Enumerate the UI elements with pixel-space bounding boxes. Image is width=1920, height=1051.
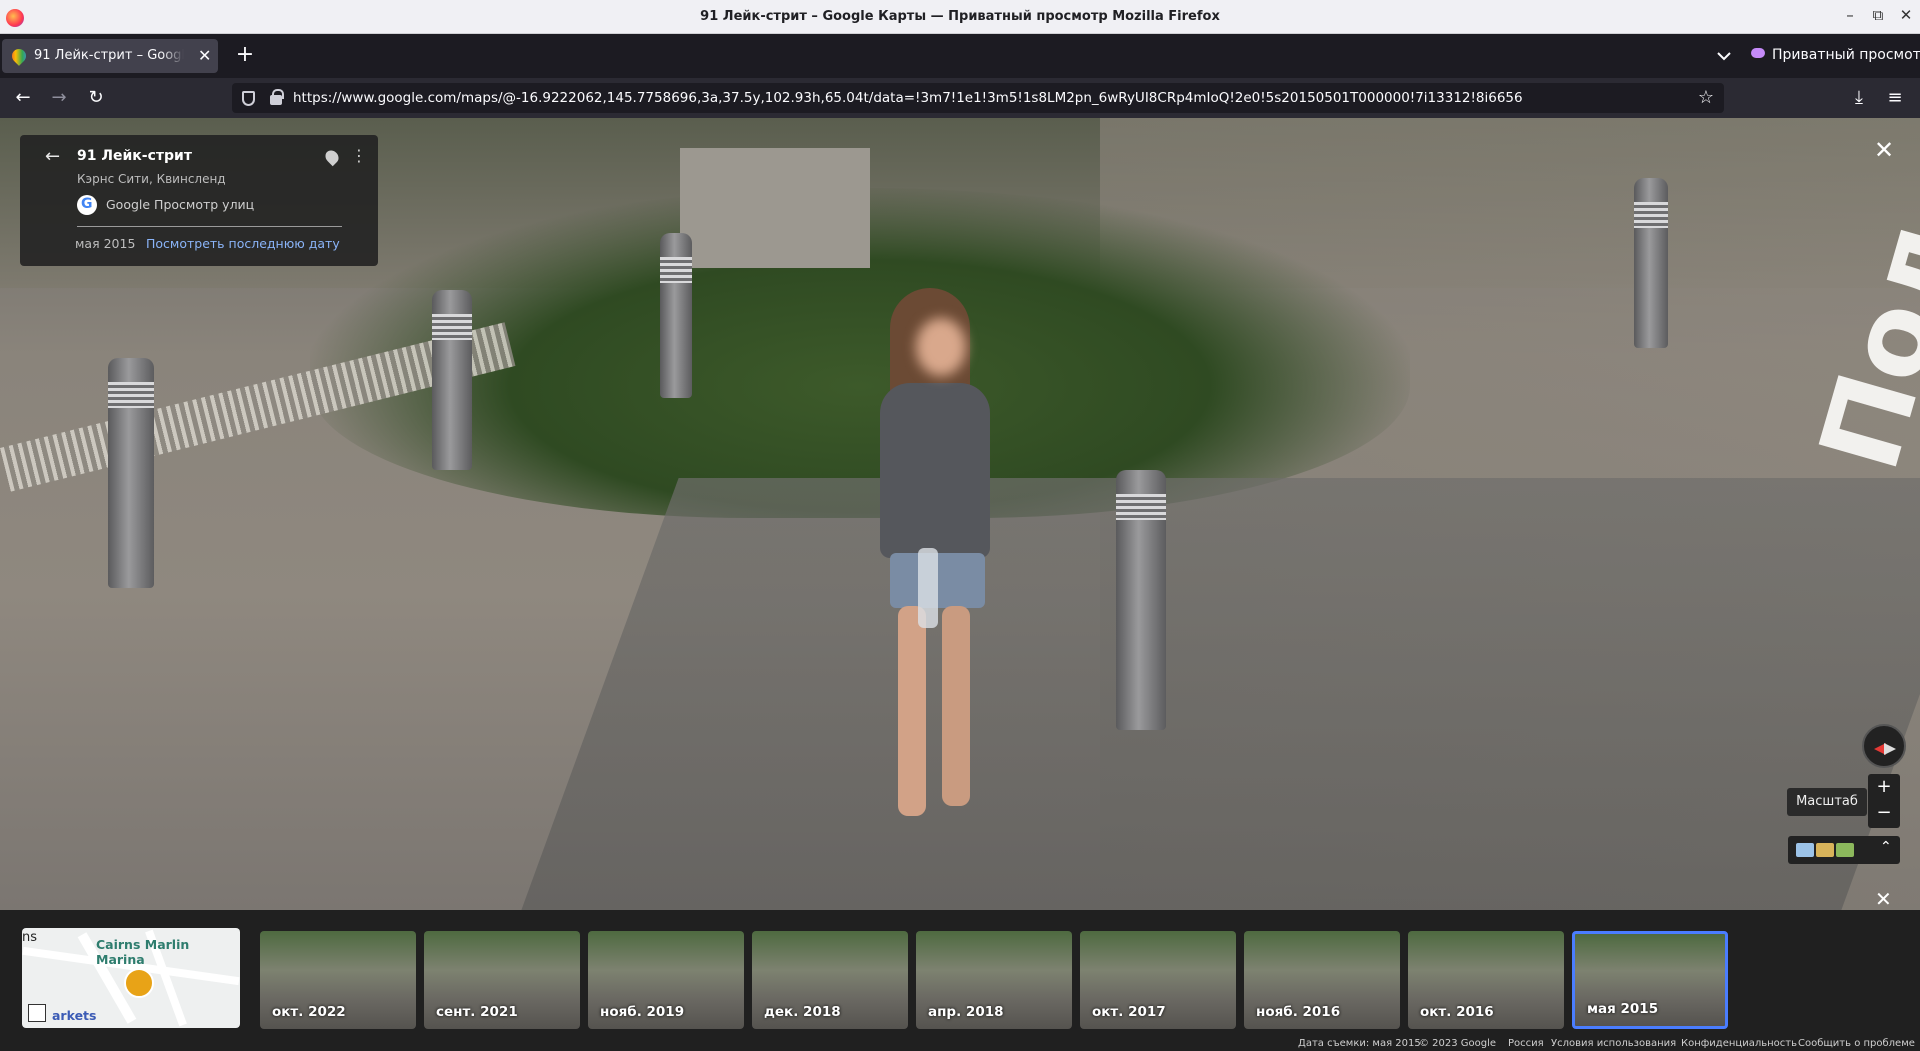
lock-icon[interactable] <box>270 89 284 105</box>
google-maps-favicon-icon <box>9 46 29 66</box>
pegman-icon[interactable] <box>124 968 154 998</box>
downloads-button[interactable]: ⤓ <box>1848 87 1870 109</box>
minimap-label-markets: arkets <box>52 1008 97 1023</box>
timeline-thumbnail[interactable]: нояб. 2019 <box>588 931 744 1029</box>
footer-terms-link[interactable]: Условия использования <box>1551 1038 1676 1049</box>
back-to-map-icon[interactable]: ← <box>45 146 60 167</box>
capture-date: мая 2015 <box>75 236 136 251</box>
compass-icon[interactable] <box>1862 724 1906 768</box>
paving-front <box>521 478 1920 910</box>
bench-wall <box>680 148 870 268</box>
tab-google-maps[interactable]: 91 Лейк-стрит – Google Карты ✕ <box>2 39 218 73</box>
photo-layer-icon[interactable] <box>1836 843 1854 857</box>
timeline-thumbnail[interactable]: окт. 2017 <box>1080 931 1236 1029</box>
footer-privacy-link[interactable]: Конфиденциальность <box>1681 1038 1797 1049</box>
minimap-label: ns <box>22 930 38 945</box>
bookmark-star-icon[interactable]: ☆ <box>1698 87 1714 108</box>
footer-capture-date: Дата съемки: мая 2015 <box>1298 1038 1421 1049</box>
private-mask-icon <box>1751 48 1765 58</box>
window-titlebar: 91 Лейк-стрит – Google Карты — Приватный… <box>0 0 1920 34</box>
new-tab-button[interactable]: + <box>234 42 256 67</box>
see-latest-date-link[interactable]: Посмотреть последнюю дату <box>146 236 340 251</box>
more-options-icon[interactable]: ⋮ <box>351 146 367 165</box>
scale-tooltip: Масштаб <box>1787 788 1867 816</box>
bollard <box>1116 470 1166 730</box>
close-street-view-icon[interactable]: ✕ <box>1874 136 1894 164</box>
maximize-button[interactable]: ⧉ <box>1866 6 1890 24</box>
expand-chevron-icon[interactable]: ⌃ <box>1880 839 1898 855</box>
url-text[interactable]: https://www.google.com/maps/@-16.9222062… <box>293 90 1673 106</box>
app-menu-button[interactable]: ≡ <box>1884 87 1906 109</box>
blurred-face <box>916 318 966 376</box>
back-button[interactable]: ← <box>12 87 34 109</box>
zoom-control: + − <box>1868 774 1900 828</box>
forward-button[interactable]: → <box>48 87 70 109</box>
tab-strip: 91 Лейк-стрит – Google Карты ✕ + Приватн… <box>0 34 1920 78</box>
photo-layer-icon[interactable] <box>1816 843 1834 857</box>
timeline-thumbnail[interactable]: дек. 2018 <box>752 931 908 1029</box>
timeline-thumbnail[interactable]: сент. 2021 <box>424 931 580 1029</box>
location-info-card: ← 91 Лейк-стрит ⋮ Кэрнс Сити, Квинсленд … <box>20 135 378 266</box>
minimize-button[interactable]: – <box>1838 6 1862 24</box>
timeline-thumbnail[interactable]: апр. 2018 <box>916 931 1072 1029</box>
private-mode-label: Приватный просмотр <box>1772 47 1920 63</box>
timeline-thumbnail[interactable]: окт. 2016 <box>1408 931 1564 1029</box>
pedestrian <box>870 288 1010 868</box>
timeline-thumbnail[interactable]: нояб. 2016 <box>1244 931 1400 1029</box>
map-pin-icon[interactable] <box>322 147 342 167</box>
bollard <box>432 290 472 470</box>
zoom-in-button[interactable]: + <box>1868 776 1900 797</box>
address-bar[interactable]: https://www.google.com/maps/@-16.9222062… <box>232 83 1724 113</box>
bollard <box>108 358 154 588</box>
bollard <box>660 233 692 398</box>
zoom-out-button[interactable]: − <box>1868 802 1900 823</box>
reload-button[interactable]: ↻ <box>85 87 107 109</box>
city-label: Кэрнс Сити, Квинсленд <box>77 172 226 186</box>
footer-country[interactable]: Россия <box>1508 1038 1544 1049</box>
photo-layer-icon[interactable] <box>1796 843 1814 857</box>
divider <box>77 226 342 227</box>
navigation-toolbar: ← → ↻ https://www.google.com/maps/@-16.9… <box>0 78 1920 118</box>
expand-map-icon[interactable] <box>28 1004 46 1022</box>
timeline-thumbnail-selected[interactable]: мая 2015 <box>1572 931 1728 1029</box>
google-logo-icon <box>77 195 97 215</box>
timeline-strip: ns Cairns Marlin Marina arkets окт. 2022… <box>0 910 1920 1038</box>
timeline-thumbnail[interactable]: окт. 2022 <box>260 931 416 1029</box>
maps-footer: Дата съемки: мая 2015 © 2023 Google Росс… <box>0 1038 1920 1051</box>
footer-report-link[interactable]: Сообщить о проблеме <box>1798 1038 1915 1049</box>
tracking-shield-icon[interactable] <box>242 91 255 106</box>
layers-control[interactable]: ⌃ <box>1788 836 1900 864</box>
minimap-label-marina: Cairns Marlin Marina <box>96 937 190 967</box>
street-view-source: Google Просмотр улиц <box>106 197 255 212</box>
window-title: 91 Лейк-стрит – Google Карты — Приватный… <box>700 9 1220 24</box>
tab-close-icon[interactable]: ✕ <box>198 46 211 65</box>
minimap[interactable]: ns Cairns Marlin Marina arkets <box>22 928 240 1028</box>
bollard <box>1634 178 1668 348</box>
close-window-button[interactable]: ✕ <box>1894 6 1918 24</box>
tab-list-chevron-icon[interactable] <box>1714 46 1734 66</box>
address-title: 91 Лейк-стрит <box>77 148 192 164</box>
close-timeline-icon[interactable]: ✕ <box>1875 887 1892 911</box>
footer-copyright: © 2023 Google <box>1419 1038 1497 1049</box>
tab-label: 91 Лейк-стрит – Google Карты <box>34 48 184 63</box>
